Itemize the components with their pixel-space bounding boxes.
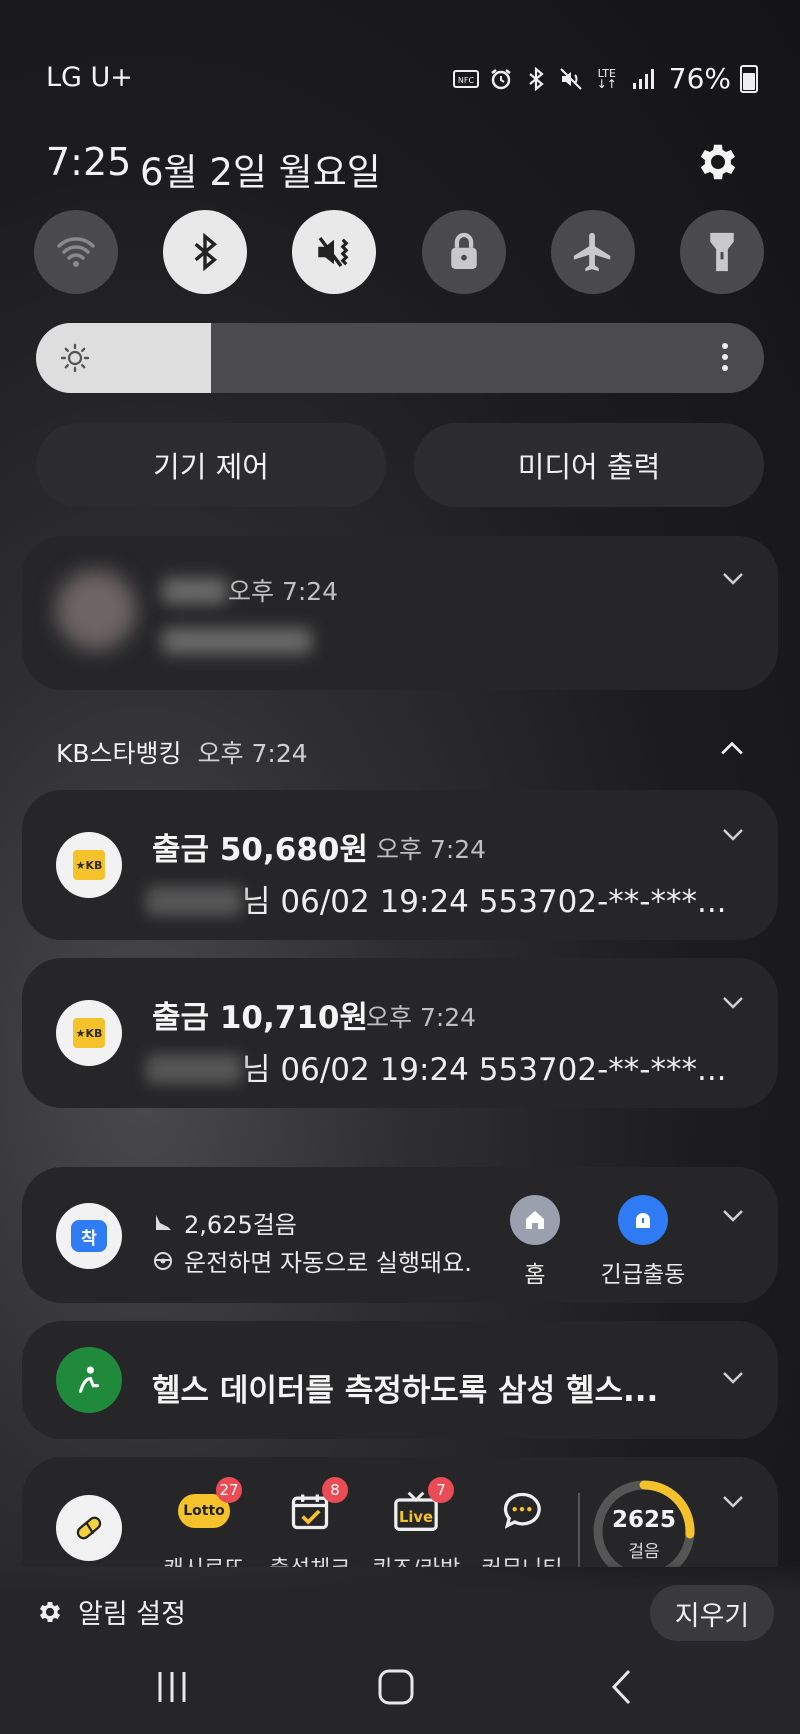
brightness-slider[interactable] — [36, 323, 764, 393]
attendance-shortcut[interactable]: 8 출석체크 — [260, 1477, 360, 1567]
notification-title: 출금 50,680원 — [152, 832, 368, 868]
kb-notification-card[interactable]: ★KB 출금 10,710원 오후 7:24 님 06/02 19:24 553… — [22, 958, 778, 1108]
redacted-title — [162, 578, 228, 604]
notification-time: 오후 7:24 — [228, 577, 339, 606]
device-control-button[interactable]: 기기 제어 — [36, 423, 386, 507]
health-title: 헬스 데이터를 측정하도록 삼성 헬스... — [152, 1373, 659, 1409]
group-time: 오후 7:24 — [197, 739, 308, 768]
expand-chevron-icon[interactable] — [722, 572, 744, 594]
redacted-body — [162, 628, 312, 654]
tmap-notification-card[interactable]: 착 2,625걸음 운전하면 자동으로 실행돼요. 홈 긴급출동 — [22, 1167, 778, 1303]
kb-app-icon: ★KB — [56, 832, 122, 898]
home-action[interactable]: 홈 — [475, 1195, 595, 1289]
home-label: 홈 — [524, 1262, 546, 1288]
kb-notification-card[interactable]: ★KB 출금 50,680원 오후 7:24 님 06/02 19:24 553… — [22, 790, 778, 940]
media-output-button[interactable]: 미디어 출력 — [414, 423, 764, 507]
lte-icon: LTE ↓↑ — [596, 66, 617, 91]
steps-row: 2,625걸음 — [152, 1205, 297, 1240]
date: 6월 2일 월요일 — [140, 151, 381, 194]
drive-text: 운전하면 자동으로 실행돼요. — [184, 1249, 472, 1277]
clock: 7:25 — [46, 140, 132, 184]
expand-chevron-icon[interactable] — [722, 996, 744, 1018]
emergency-action[interactable]: 긴급출동 — [583, 1195, 703, 1289]
blurred-notification-card[interactable]: 오후 7:24 — [22, 536, 778, 690]
alarm-icon — [488, 66, 514, 92]
lock-icon — [450, 232, 477, 269]
nfc-icon: NFC — [452, 66, 479, 92]
notification-title: 출금 10,710원 — [152, 1000, 368, 1036]
svg-text:Live: Live — [399, 1509, 433, 1526]
steps-text: 2,625걸음 — [184, 1211, 297, 1239]
more-options-icon[interactable] — [722, 343, 728, 371]
notification-time: 오후 7:24 — [376, 835, 487, 864]
notification-time: 오후 7:24 — [366, 1003, 477, 1032]
collapse-chevron-icon[interactable] — [720, 740, 744, 760]
count-badge: 7 — [428, 1477, 454, 1503]
back-nav-icon[interactable] — [592, 1662, 652, 1712]
emergency-icon — [618, 1195, 668, 1245]
notification-body: 님 06/02 19:24 553702-**-***... — [146, 876, 727, 921]
status-icons: NFC LTE ↓↑ 76% — [452, 62, 758, 95]
settings-gear-icon[interactable] — [694, 138, 742, 186]
flashlight-toggle[interactable] — [679, 210, 764, 294]
lock-toggle[interactable] — [421, 210, 506, 294]
signal-icon — [630, 66, 656, 92]
group-app-name: KB스타뱅킹 — [56, 739, 182, 768]
quick-settings-toggles — [34, 210, 764, 294]
notification-body-text: 님 06/02 19:24 553702-**-***... — [242, 1052, 727, 1088]
notification-settings-button[interactable]: 알림 설정 — [36, 1592, 186, 1631]
samsung-health-icon — [56, 1347, 122, 1413]
emergency-label: 긴급출동 — [600, 1262, 686, 1288]
bluetooth-toggle[interactable] — [163, 210, 248, 294]
cashwalk-card[interactable]: Lotto27 캐시로또 8 출석체크 Live7 퀴즈/라방 커뮤니티 262… — [22, 1457, 778, 1567]
community-shortcut[interactable]: 커뮤니티 — [472, 1483, 572, 1567]
clear-all-button[interactable]: 지우기 — [650, 1585, 774, 1641]
expand-chevron-icon[interactable] — [722, 1371, 744, 1393]
battery-percent: 76% — [668, 62, 731, 95]
airplane-toggle[interactable] — [550, 210, 635, 294]
kb-group-header: KB스타뱅킹 오후 7:24 — [56, 734, 308, 770]
sun-icon — [60, 343, 90, 377]
steps-count: 2625 — [611, 1507, 676, 1533]
sound-mode-toggle[interactable] — [292, 210, 377, 294]
steering-wheel-icon — [154, 1251, 172, 1270]
drive-row: 운전하면 자동으로 실행돼요. — [152, 1243, 472, 1278]
quiz-live-shortcut[interactable]: Live7 퀴즈/라방 — [366, 1477, 466, 1567]
notification-settings-label: 알림 설정 — [78, 1599, 186, 1630]
chat-bubble-icon — [503, 1492, 541, 1529]
battery-icon — [740, 64, 758, 93]
notification-body-text: 님 06/02 19:24 553702-**-***... — [242, 884, 727, 920]
count-badge: 8 — [322, 1477, 348, 1503]
expand-chevron-icon[interactable] — [722, 1495, 744, 1517]
expand-chevron-icon[interactable] — [722, 1209, 744, 1231]
steps-unit: 걸음 — [628, 1542, 660, 1562]
wifi-icon — [57, 237, 95, 267]
count-badge: 27 — [216, 1477, 242, 1503]
shoe-icon — [156, 1214, 171, 1230]
expand-chevron-icon[interactable] — [722, 828, 744, 850]
samsung-health-card[interactable]: 헬스 데이터를 측정하도록 삼성 헬스... — [22, 1321, 778, 1439]
flashlight-icon — [710, 232, 734, 272]
divider — [578, 1493, 580, 1567]
wifi-toggle[interactable] — [34, 210, 118, 294]
cash-lotto-shortcut[interactable]: Lotto27 캐시로또 — [154, 1477, 254, 1567]
cashwalk-app-icon — [56, 1495, 122, 1561]
home-icon — [510, 1195, 560, 1245]
recents-nav-icon[interactable] — [142, 1662, 202, 1712]
bluetooth-icon — [194, 232, 218, 272]
app-avatar — [56, 570, 136, 650]
bluetooth-icon — [523, 66, 549, 92]
gear-icon — [39, 1601, 61, 1622]
kb-app-icon: ★KB — [56, 1000, 122, 1066]
notification-body: 님 06/02 19:24 553702-**-***... — [146, 1044, 727, 1089]
mute-icon — [558, 66, 584, 92]
vibrate-mute-icon — [318, 236, 349, 268]
airplane-icon — [573, 232, 610, 272]
svg-text:NFC: NFC — [458, 76, 475, 85]
tmap-app-icon: 착 — [56, 1203, 122, 1269]
carrier-name: LG U+ — [46, 62, 133, 93]
home-nav-icon[interactable] — [366, 1662, 426, 1712]
